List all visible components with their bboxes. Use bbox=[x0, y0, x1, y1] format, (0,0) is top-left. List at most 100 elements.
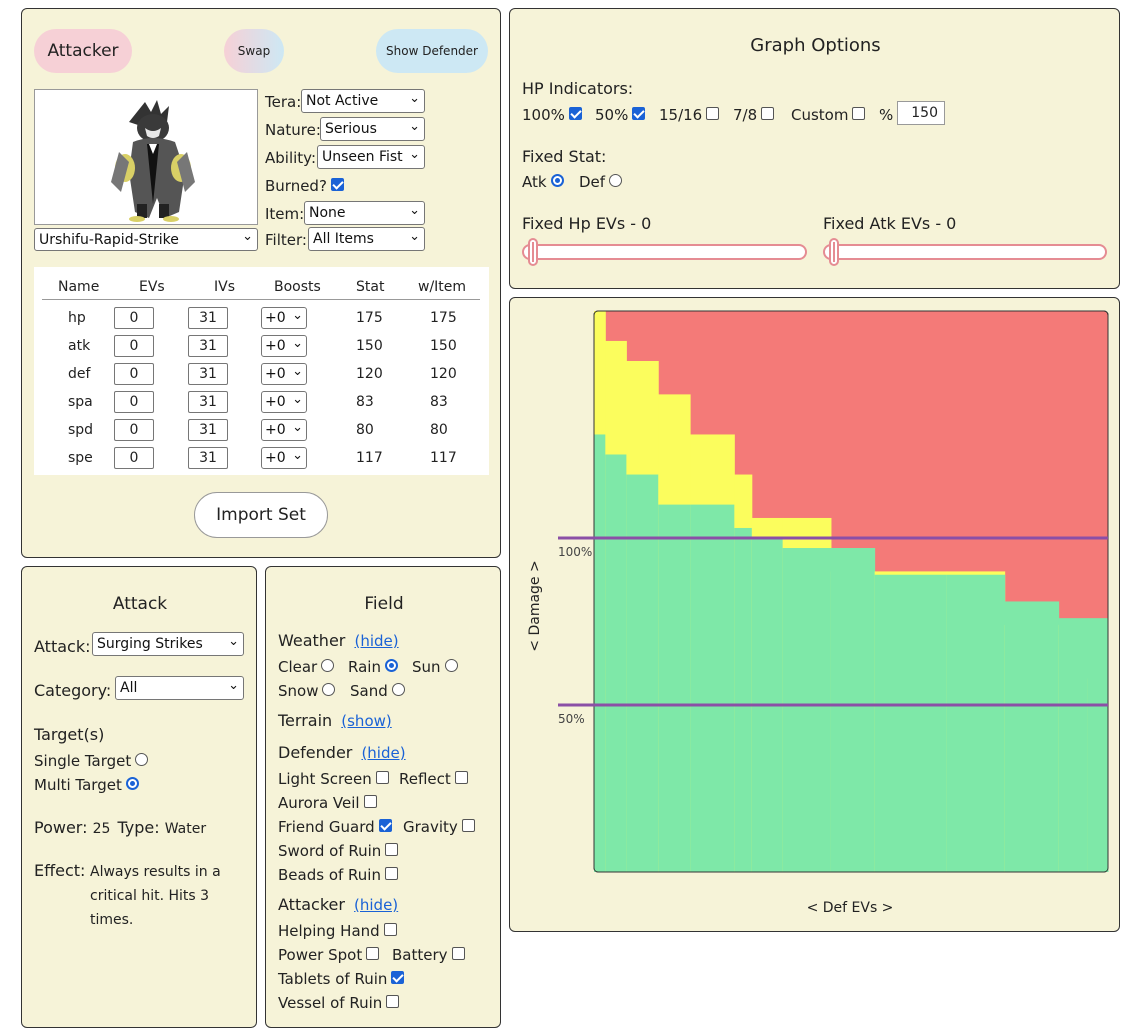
single-target-option[interactable]: Single Target bbox=[34, 752, 149, 770]
indicator-15-16-option[interactable]: 15/16 bbox=[659, 106, 720, 124]
fixed-atk-option[interactable]: Atk bbox=[522, 173, 564, 191]
indicator-15-16-checkbox[interactable] bbox=[706, 107, 720, 120]
fixed-def-option[interactable]: Def bbox=[579, 173, 623, 191]
burned-checkbox[interactable] bbox=[330, 178, 344, 191]
tablets-of-ruin-option[interactable]: Tablets of Ruin bbox=[278, 970, 405, 988]
helping-hand-option[interactable]: Helping Hand bbox=[278, 922, 397, 940]
vessel-of-ruin-option[interactable]: Vessel of Ruin bbox=[278, 994, 400, 1012]
swap-button[interactable]: Swap bbox=[224, 29, 284, 73]
stat-ivs-input[interactable]: 31 bbox=[188, 391, 228, 413]
stat-boost-select[interactable]: +0 bbox=[261, 419, 307, 441]
attacker-toggle-link[interactable]: (hide) bbox=[354, 896, 398, 914]
helping-hand-checkbox[interactable] bbox=[383, 923, 397, 936]
stat-evs-input[interactable]: 0 bbox=[114, 391, 154, 413]
weather-clear-radio[interactable] bbox=[321, 659, 335, 672]
stat-row-spd: spd 0 31 +0 80 80 bbox=[34, 419, 489, 443]
min-damage-band bbox=[690, 504, 735, 872]
stat-ivs-input[interactable]: 31 bbox=[188, 335, 228, 357]
weather-rain-option[interactable]: Rain bbox=[348, 658, 398, 676]
power-value: 25 bbox=[92, 821, 111, 837]
stat-evs-input[interactable]: 0 bbox=[114, 447, 154, 469]
reflect-label: Reflect bbox=[399, 770, 451, 788]
fixed-hp-evs-thumb[interactable] bbox=[528, 238, 538, 266]
hp-indicator-label: 50% bbox=[558, 712, 585, 726]
defender-toggle-link[interactable]: (hide) bbox=[361, 744, 405, 762]
weather-sun-radio[interactable] bbox=[444, 659, 458, 672]
aurora-veil-option[interactable]: Aurora Veil bbox=[278, 794, 377, 812]
graph-options-title: Graph Options bbox=[750, 35, 881, 56]
attack-select[interactable]: Surging Strikes bbox=[92, 632, 244, 656]
stat-boost-select[interactable]: +0 bbox=[261, 307, 307, 329]
stat-boost-select[interactable]: +0 bbox=[261, 391, 307, 413]
stat-ivs-input[interactable]: 31 bbox=[188, 363, 228, 385]
weather-clear-option[interactable]: Clear bbox=[278, 658, 335, 676]
weather-rain-radio[interactable] bbox=[384, 659, 398, 672]
custom-percent-input[interactable]: 150 bbox=[897, 101, 945, 125]
stat-boost-value: +0 bbox=[265, 338, 286, 354]
reflect-option[interactable]: Reflect bbox=[399, 770, 468, 788]
indicator-7-8-checkbox[interactable] bbox=[761, 107, 775, 120]
indicator-custom-checkbox[interactable] bbox=[852, 107, 866, 120]
weather-sand-radio[interactable] bbox=[391, 683, 405, 696]
friend-guard-option[interactable]: Friend Guard bbox=[278, 818, 392, 836]
stat-boost-select[interactable]: +0 bbox=[261, 447, 307, 469]
terrain-toggle-link[interactable]: (show) bbox=[341, 712, 391, 730]
multi-target-radio[interactable] bbox=[125, 777, 139, 790]
sword-of-ruin-option[interactable]: Sword of Ruin bbox=[278, 842, 399, 860]
stat-boost-select[interactable]: +0 bbox=[261, 363, 307, 385]
multi-target-option[interactable]: Multi Target bbox=[34, 776, 139, 794]
sword-of-ruin-checkbox[interactable] bbox=[385, 843, 399, 856]
stat-evs-input[interactable]: 0 bbox=[114, 335, 154, 357]
fixed-hp-evs-slider[interactable] bbox=[522, 238, 807, 266]
gravity-checkbox[interactable] bbox=[461, 819, 475, 832]
light-screen-checkbox[interactable] bbox=[375, 771, 389, 784]
import-set-button[interactable]: Import Set bbox=[194, 492, 328, 538]
stat-ivs-input[interactable]: 31 bbox=[188, 419, 228, 441]
battery-option[interactable]: Battery bbox=[392, 946, 465, 964]
indicator-custom-option[interactable]: Custom bbox=[791, 106, 866, 124]
single-target-radio[interactable] bbox=[135, 753, 149, 766]
indicator-7-8-option[interactable]: 7/8 bbox=[733, 106, 775, 124]
indicator-100-checkbox[interactable] bbox=[568, 107, 582, 120]
item-select[interactable]: None bbox=[304, 201, 425, 225]
pokemon-select[interactable]: Urshifu-Rapid-Strike bbox=[34, 228, 258, 251]
filter-select[interactable]: All Items bbox=[308, 227, 425, 251]
tera-select[interactable]: Not Active bbox=[301, 89, 425, 113]
nature-select[interactable]: Serious bbox=[320, 117, 425, 141]
category-label: Category: bbox=[34, 681, 112, 700]
friend-guard-checkbox[interactable] bbox=[378, 819, 392, 832]
stat-evs-input[interactable]: 0 bbox=[114, 363, 154, 385]
stat-evs-input[interactable]: 0 bbox=[114, 307, 154, 329]
stat-ivs-input[interactable]: 31 bbox=[188, 447, 228, 469]
weather-sand-option[interactable]: Sand bbox=[350, 682, 405, 700]
indicator-100-option[interactable]: 100% bbox=[522, 106, 582, 124]
weather-snow-radio[interactable] bbox=[322, 683, 336, 696]
aurora-veil-checkbox[interactable] bbox=[363, 795, 377, 808]
stat-evs-input[interactable]: 0 bbox=[114, 419, 154, 441]
fixed-def-radio[interactable] bbox=[609, 174, 623, 187]
tablets-of-ruin-checkbox[interactable] bbox=[391, 971, 405, 984]
indicator-50-checkbox[interactable] bbox=[632, 107, 646, 120]
fixed-atk-evs-thumb[interactable] bbox=[829, 238, 839, 266]
weather-sun-option[interactable]: Sun bbox=[412, 658, 458, 676]
battery-checkbox[interactable] bbox=[451, 947, 465, 960]
category-select[interactable]: All bbox=[115, 676, 244, 700]
vessel-of-ruin-checkbox[interactable] bbox=[386, 995, 400, 1008]
beads-of-ruin-option[interactable]: Beads of Ruin bbox=[278, 866, 398, 884]
fixed-atk-evs-slider[interactable] bbox=[823, 238, 1107, 266]
show-defender-button[interactable]: Show Defender bbox=[376, 29, 488, 73]
ability-select[interactable]: Unseen Fist bbox=[317, 145, 425, 169]
light-screen-option[interactable]: Light Screen bbox=[278, 770, 389, 788]
attacker-button[interactable]: Attacker bbox=[34, 29, 132, 73]
reflect-checkbox[interactable] bbox=[454, 771, 468, 784]
stat-ivs-input[interactable]: 31 bbox=[188, 307, 228, 329]
power-spot-checkbox[interactable] bbox=[366, 947, 380, 960]
weather-snow-option[interactable]: Snow bbox=[278, 682, 336, 700]
stat-boost-select[interactable]: +0 bbox=[261, 335, 307, 357]
fixed-atk-radio[interactable] bbox=[550, 174, 564, 187]
beads-of-ruin-checkbox[interactable] bbox=[384, 867, 398, 880]
power-spot-option[interactable]: Power Spot bbox=[278, 946, 380, 964]
indicator-50-option[interactable]: 50% bbox=[595, 106, 646, 124]
gravity-option[interactable]: Gravity bbox=[403, 818, 475, 836]
weather-toggle-link[interactable]: (hide) bbox=[354, 632, 398, 650]
